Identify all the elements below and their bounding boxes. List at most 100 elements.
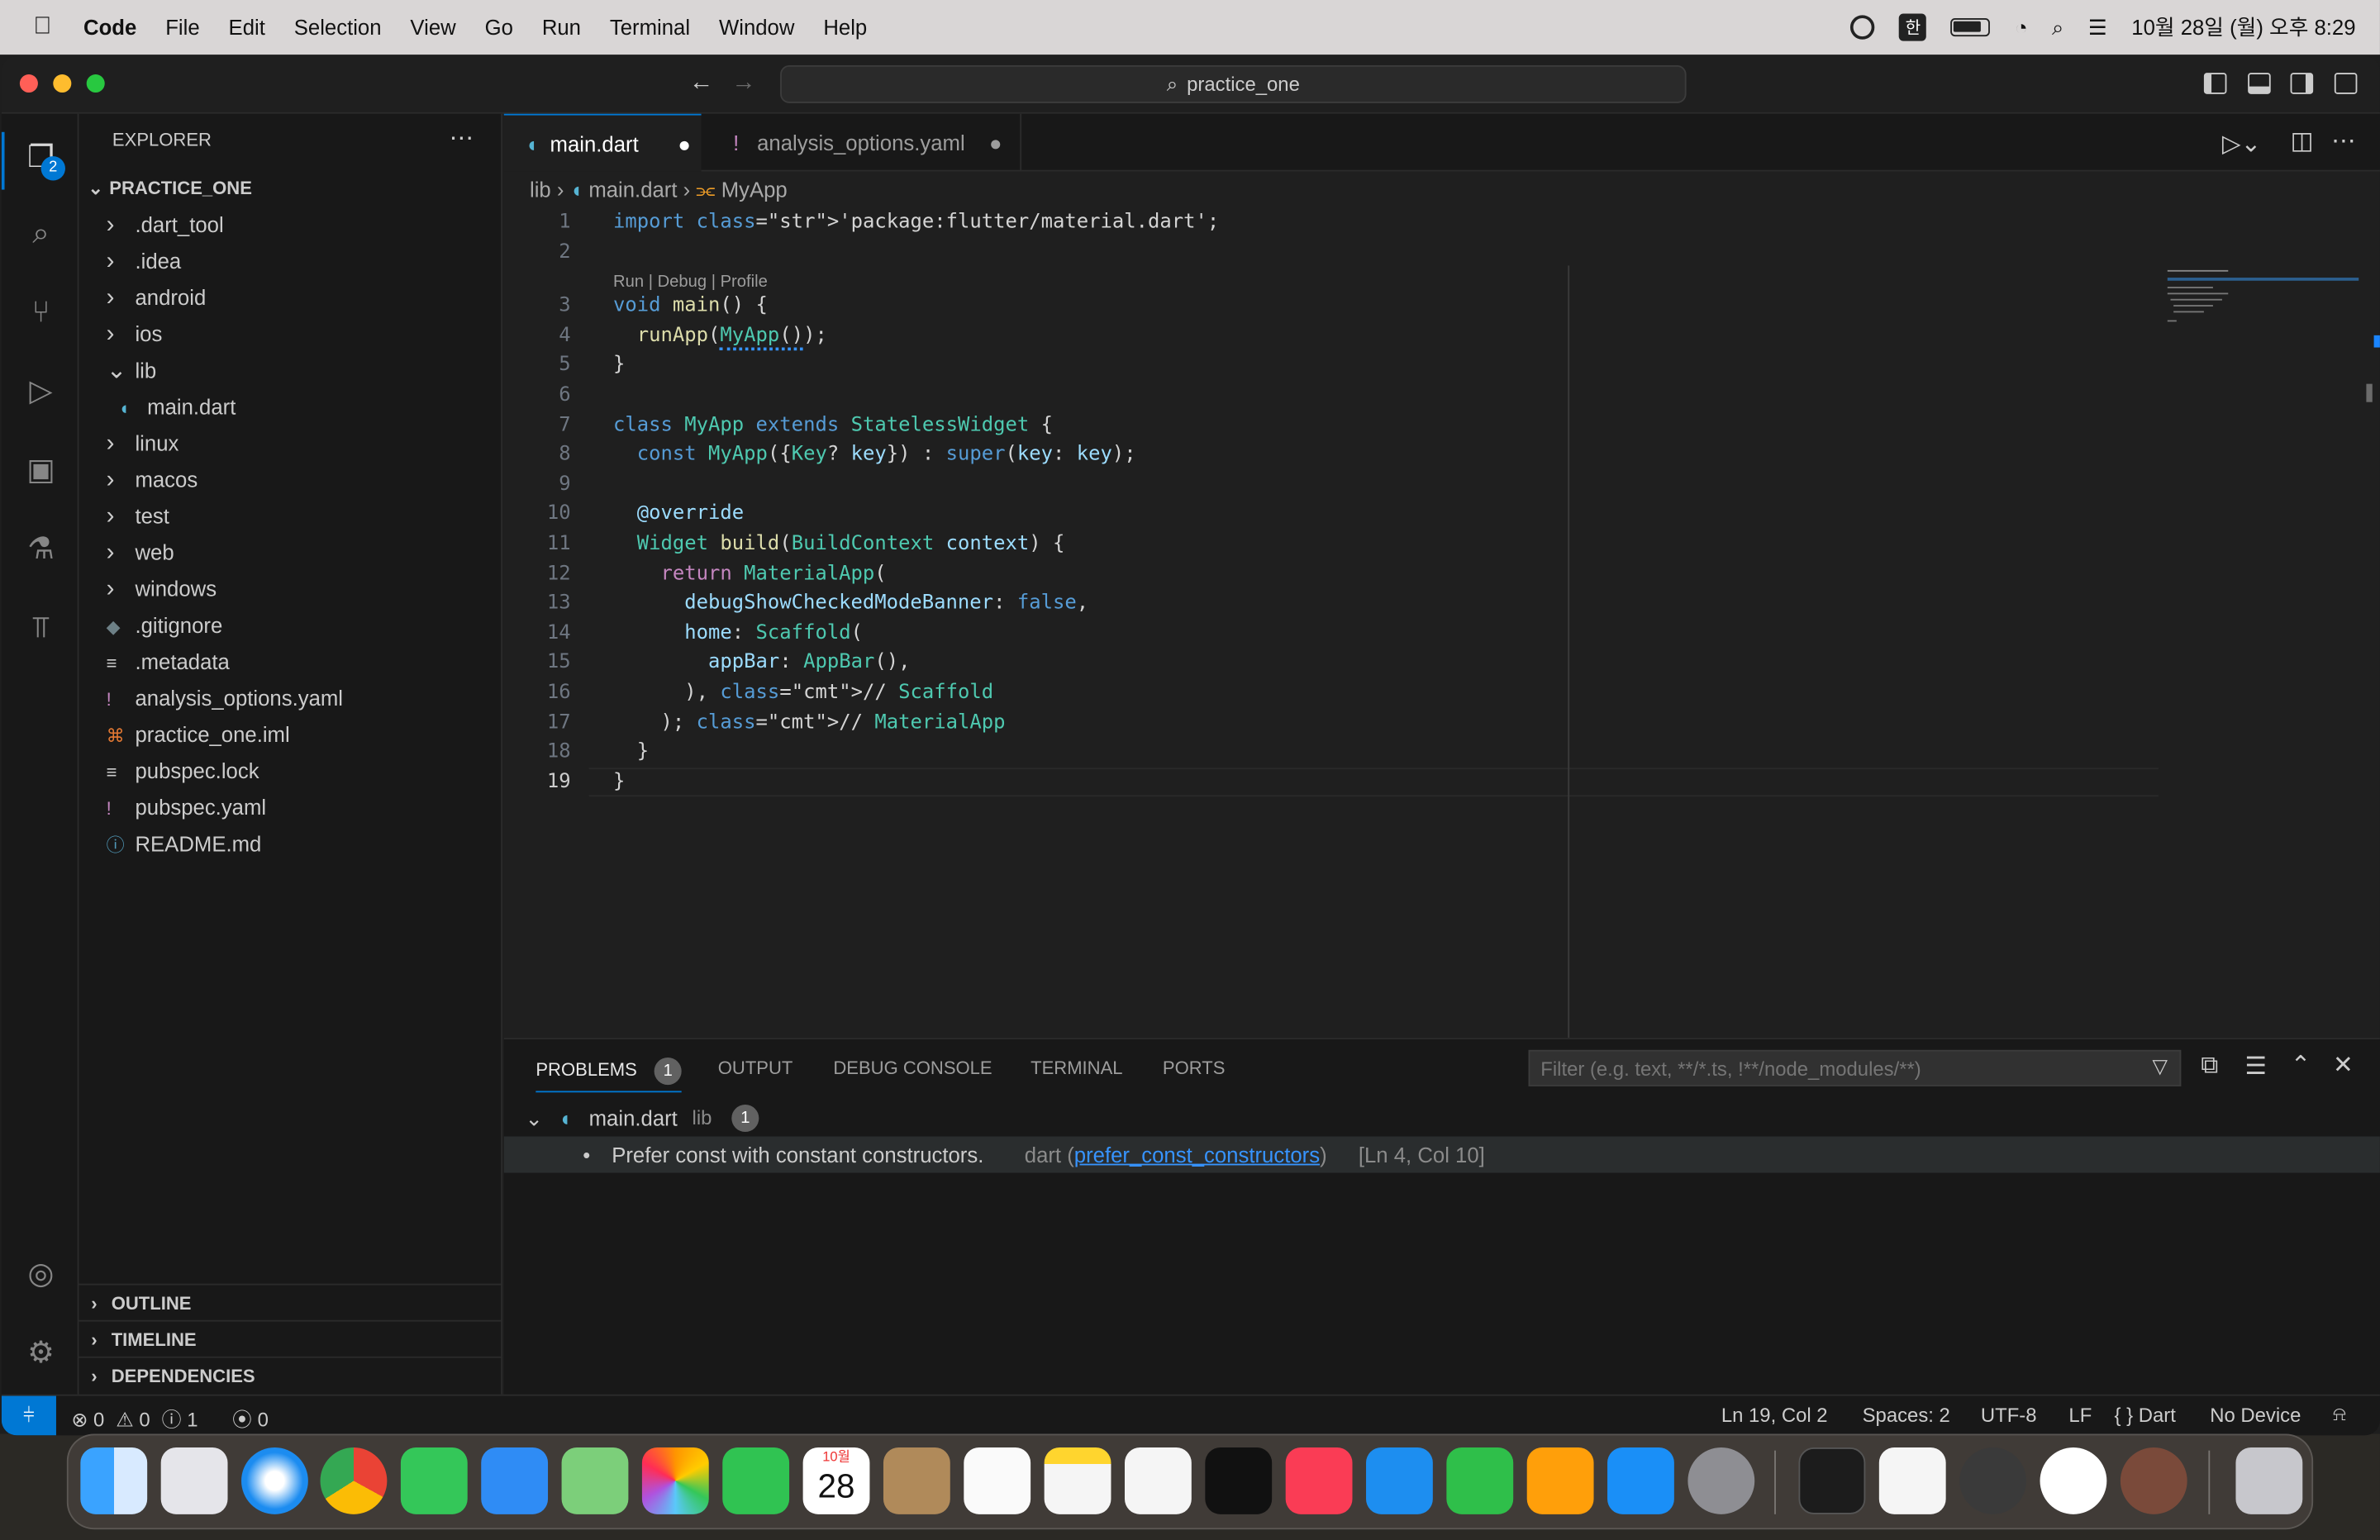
outline-section[interactable]: › OUTLINE	[79, 1283, 502, 1320]
extensions-icon[interactable]: ▣	[21, 450, 61, 490]
code-line[interactable]: Widget build(BuildContext context) {	[613, 530, 1065, 559]
unsaved-dot-icon[interactable]: ●	[678, 132, 691, 156]
customize-layout-icon[interactable]	[2334, 73, 2358, 94]
code-line[interactable]: }	[613, 351, 625, 381]
manage-gear-icon[interactable]: ⚙	[21, 1333, 61, 1373]
breadcrumb-folder[interactable]: lib	[530, 178, 551, 202]
menubar-clock[interactable]: 10월 28일 (월) 오후 8:29	[2131, 12, 2355, 43]
menu-selection[interactable]: Selection	[294, 15, 382, 39]
tab-terminal[interactable]: TERMINAL	[1031, 1039, 1122, 1097]
close-panel-icon[interactable]: ✕	[2333, 1050, 2354, 1081]
language-mode[interactable]: { } Dart	[2115, 1404, 2176, 1427]
tree-item-windows[interactable]: › windows	[107, 571, 217, 607]
code-line[interactable]: void main() {	[613, 292, 768, 321]
calendar-icon[interactable]: 10월 28	[802, 1447, 870, 1514]
activity-monitor-icon[interactable]	[1959, 1447, 2026, 1514]
code-line[interactable]: debugShowCheckedModeBanner: false,	[613, 589, 1088, 619]
split-editor-icon[interactable]: ◫	[2291, 126, 2314, 156]
toggle-secondary-sidebar-icon[interactable]	[2290, 73, 2314, 94]
tree-item-test[interactable]: › test	[107, 497, 169, 534]
numbers-icon[interactable]	[1446, 1447, 1514, 1514]
freeform-icon[interactable]	[1124, 1447, 1192, 1514]
apple-tv-icon[interactable]	[1205, 1447, 1273, 1514]
breadcrumb-symbol[interactable]: MyApp	[721, 178, 788, 202]
minimap[interactable]	[2159, 265, 2359, 341]
flutter-icon[interactable]: ⫪	[21, 608, 61, 648]
source-control-icon[interactable]: ⑂	[21, 292, 61, 332]
tab-problems[interactable]: PROBLEMS 1	[536, 1045, 682, 1093]
go-back-icon[interactable]: ←	[689, 69, 713, 97]
tree-item-lib[interactable]: ⌄ lib	[107, 352, 157, 388]
tab-main-dart[interactable]: ◖ main.dart ●	[503, 113, 702, 172]
workspace-root[interactable]: ⌄ PRACTICE_ONE	[88, 170, 252, 207]
encoding[interactable]: UTF-8	[1981, 1404, 2037, 1427]
system-settings-icon[interactable]	[1687, 1447, 1755, 1514]
chrome-icon[interactable]	[320, 1447, 388, 1514]
vscode-icon[interactable]	[1878, 1447, 1946, 1514]
problem-code-link[interactable]: (prefer_const_constructors)	[1067, 1137, 1326, 1173]
user-status-icon[interactable]	[1850, 15, 1875, 40]
tree-item-pubspec-lock[interactable]: ≡ pubspec.lock	[107, 753, 259, 789]
tree-item-main-dart[interactable]: ◖ main.dart	[118, 388, 236, 425]
messages-icon[interactable]	[400, 1447, 468, 1514]
tree-item-web[interactable]: › web	[107, 534, 174, 570]
spotlight-search-icon[interactable]: ⌕	[2052, 14, 2063, 40]
menu-window[interactable]: Window	[719, 15, 794, 39]
accounts-icon[interactable]: ◎	[21, 1255, 61, 1295]
breadcrumb-file[interactable]: main.dart	[588, 178, 677, 202]
tab-debug-console[interactable]: DEBUG CONSOLE	[833, 1039, 992, 1097]
timeline-section[interactable]: › TIMELINE	[79, 1319, 502, 1357]
menu-terminal[interactable]: Terminal	[610, 15, 690, 39]
trash-icon[interactable]	[2235, 1447, 2303, 1514]
tree-item-dart-tool[interactable]: › .dart_tool	[107, 207, 224, 243]
editor-more-actions-icon[interactable]: ⋯	[2331, 126, 2355, 156]
problem-group-row[interactable]: ⌄ ◖ main.dart lib 1	[504, 1100, 2380, 1136]
view-as-list-icon[interactable]: ☰	[2244, 1052, 2266, 1082]
launchpad-icon[interactable]	[160, 1447, 228, 1514]
zoom-window-button[interactable]	[86, 74, 105, 93]
menu-help[interactable]: Help	[823, 15, 867, 39]
ports-status[interactable]: ⦿ 0	[232, 1404, 269, 1433]
xcode-icon[interactable]	[2120, 1447, 2187, 1514]
maximize-panel-icon[interactable]: ⌃	[2291, 1050, 2311, 1081]
tab-output[interactable]: OUTPUT	[718, 1039, 793, 1097]
code-line[interactable]: }	[613, 738, 649, 768]
code-line[interactable]: class MyApp extends StatelessWidget {	[613, 411, 1053, 440]
terminal-icon[interactable]	[1798, 1447, 1866, 1514]
problem-code[interactable]: prefer_const_constructors	[1074, 1143, 1320, 1167]
menu-file[interactable]: File	[165, 15, 199, 39]
indentation[interactable]: Spaces: 2	[1863, 1404, 1950, 1427]
battery-icon[interactable]	[1950, 18, 1991, 37]
cursor-position[interactable]: Ln 19, Col 2	[1721, 1404, 1828, 1427]
code-line[interactable]: @override	[613, 500, 744, 530]
run-debug-icon[interactable]: ▷	[21, 372, 61, 411]
testing-icon[interactable]: ⚗	[21, 530, 61, 569]
reminders-icon[interactable]	[964, 1447, 1031, 1514]
control-center-icon[interactable]: ☰	[2088, 14, 2107, 40]
code-line[interactable]: return MaterialApp(	[613, 559, 887, 589]
tree-item-idea[interactable]: › .idea	[107, 243, 182, 279]
dependencies-section[interactable]: › DEPENDENCIES	[79, 1356, 502, 1393]
search-view-icon[interactable]: ⌕	[21, 214, 61, 254]
go-forward-icon[interactable]: →	[731, 69, 755, 97]
input-source-indicator[interactable]: 한	[1899, 13, 1927, 41]
toggle-primary-sidebar-icon[interactable]	[2203, 73, 2227, 94]
code-editor[interactable]: 1 import class="str">'package:flutter/mat…	[504, 208, 2380, 1039]
notifications-bell-icon[interactable]: ⍾	[2333, 1402, 2346, 1426]
end-of-line[interactable]: LF	[2068, 1404, 2092, 1427]
device-selector[interactable]: No Device	[2210, 1404, 2301, 1427]
facetime-icon[interactable]	[722, 1447, 790, 1514]
tab-analysis-options[interactable]: ! analysis_options.yaml ●	[702, 113, 1022, 172]
tree-item-readme-md[interactable]: ⓘ README.md	[107, 825, 262, 862]
photos-icon[interactable]	[641, 1447, 709, 1514]
finder-icon[interactable]	[80, 1447, 148, 1514]
tree-item-pubspec-yaml[interactable]: ! pubspec.yaml	[107, 789, 267, 825]
apple-icon[interactable]: 	[33, 14, 51, 41]
run-dart-icon[interactable]: ▷⌄	[2222, 129, 2261, 159]
maps-icon[interactable]	[561, 1447, 629, 1514]
close-window-button[interactable]	[19, 74, 38, 93]
tree-item-analysis-options-yaml[interactable]: ! analysis_options.yaml	[107, 680, 343, 716]
tree-item-metadata[interactable]: ≡ .metadata	[107, 644, 230, 680]
filter-icon[interactable]: ▽	[2152, 1054, 2167, 1078]
tree-item-linux[interactable]: › linux	[107, 425, 179, 461]
